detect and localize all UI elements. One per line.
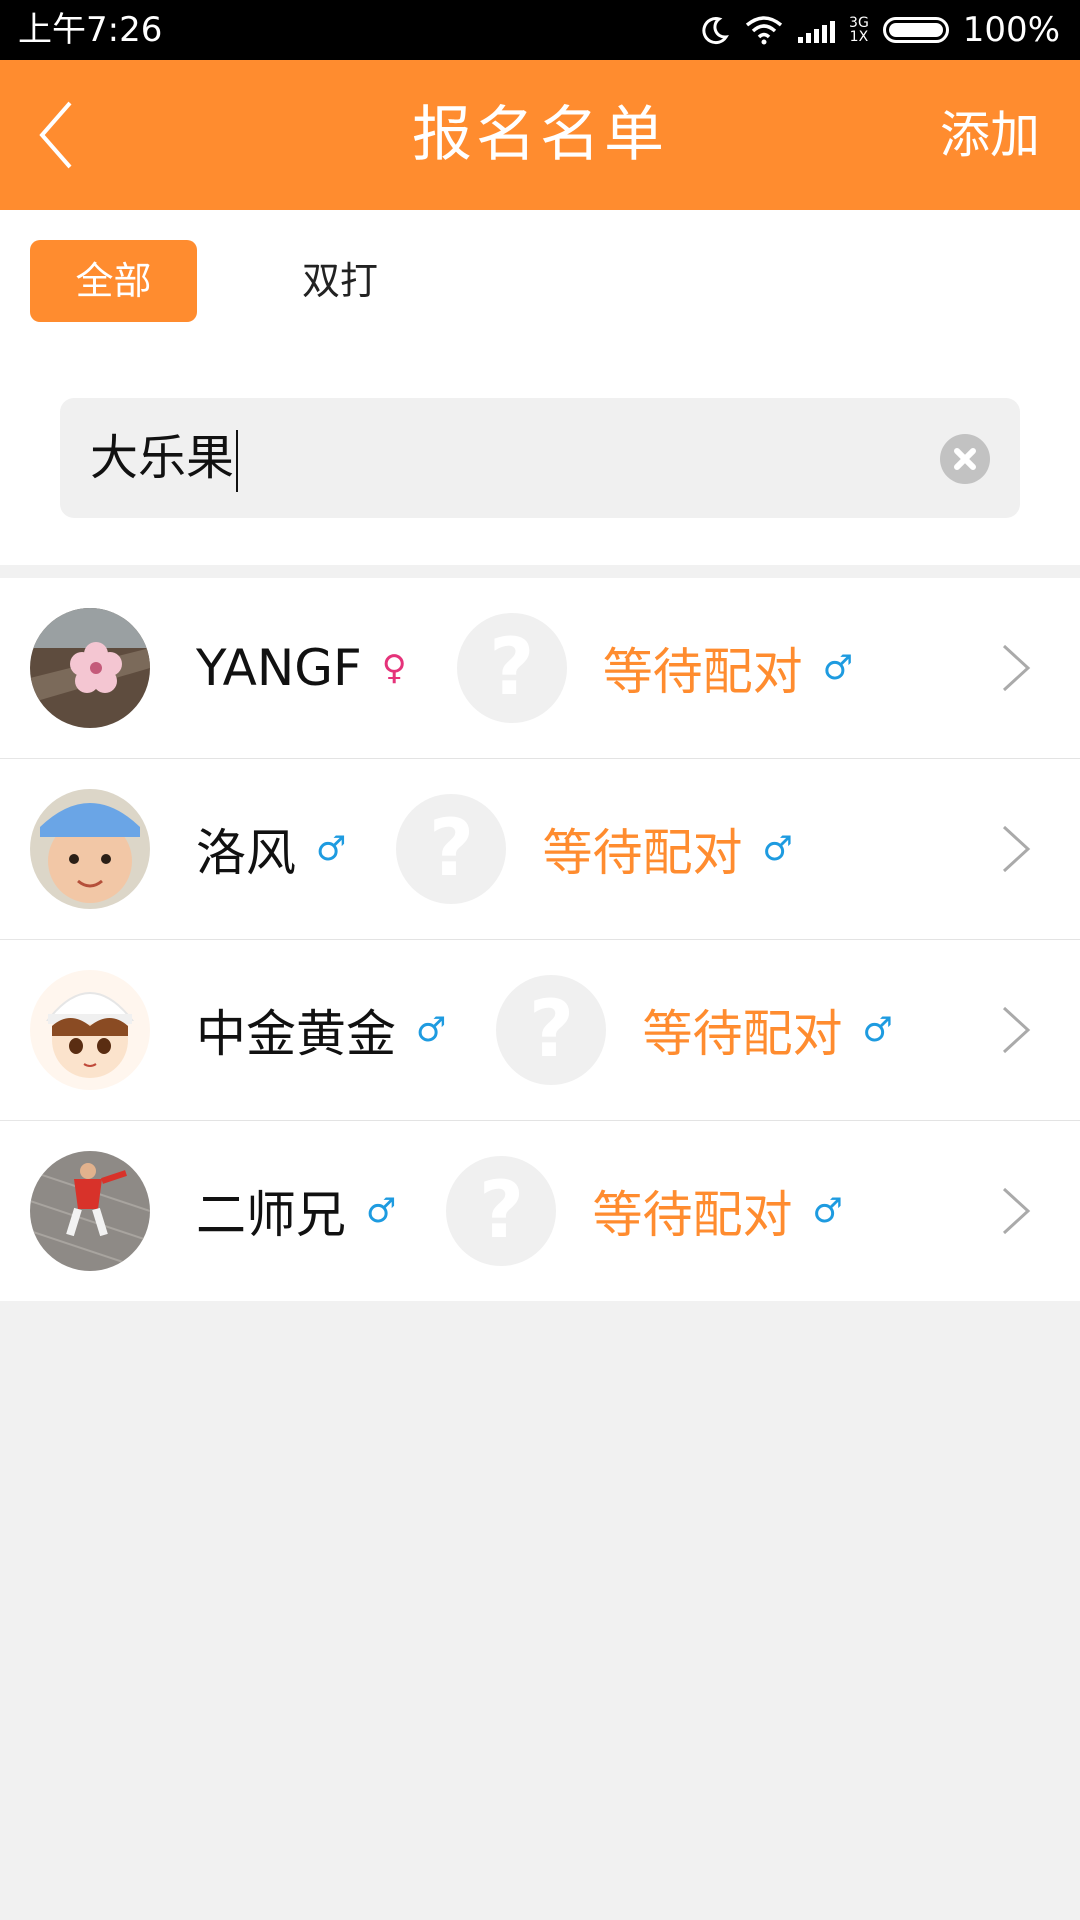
status-time: 上午7:26: [18, 10, 163, 50]
pairing-status: 等待配对: [542, 824, 743, 882]
pairing-status: 等待配对: [602, 643, 803, 701]
tab-all[interactable]: 全部: [30, 240, 197, 322]
male-icon: ♂: [862, 1010, 893, 1050]
male-icon: ♂: [316, 829, 347, 869]
partner-placeholder-avatar: ?: [496, 975, 607, 1085]
list-item[interactable]: YANGF ♀ ? 等待配对 ♂: [0, 578, 1080, 759]
app-bar: 报名名单 添加: [0, 60, 1080, 210]
list-item[interactable]: 中金黄金 ♂ ? 等待配对 ♂: [0, 940, 1080, 1121]
male-icon: ♂: [812, 1191, 843, 1231]
avatar: [30, 1151, 150, 1271]
male-icon: ♂: [366, 1191, 397, 1231]
avatar: [30, 608, 150, 728]
male-icon: ♂: [822, 648, 854, 688]
question-icon: ?: [478, 1166, 525, 1256]
list-item[interactable]: 洛风 ♂ ? 等待配对 ♂: [0, 759, 1080, 940]
avatar: [30, 789, 150, 909]
moon-icon: [702, 17, 729, 45]
wifi-icon: [745, 16, 783, 45]
network-type: 3G 1X: [849, 15, 869, 45]
avatar: [30, 970, 150, 1090]
registration-list: YANGF ♀ ? 等待配对 ♂ 洛风 ♂ ? 等待配对 ♂ 中金黄金 ♂ ? …: [0, 578, 1080, 1301]
chevron-right-icon: [1002, 1006, 1031, 1054]
text-caret: [236, 430, 239, 492]
male-icon: ♂: [762, 829, 793, 869]
chevron-left-icon: [39, 101, 72, 169]
partner-placeholder-avatar: ?: [396, 794, 507, 904]
male-icon: ♂: [416, 1010, 447, 1050]
pairing-status: 等待配对: [642, 1005, 843, 1063]
chevron-right-icon: [1002, 644, 1031, 692]
female-icon: ♀: [381, 648, 407, 688]
filter-panel: 全部 双打 大乐果: [0, 210, 1080, 565]
page-title: 报名名单: [412, 100, 668, 170]
status-icons: 3G 1X 100%: [700, 6, 1060, 54]
row-content: 中金黄金 ♂ ? 等待配对 ♂: [196, 940, 893, 1120]
row-content: 洛风 ♂ ? 等待配对 ♂: [196, 759, 793, 939]
row-content: 二师兄 ♂ ? 等待配对 ♂: [196, 1121, 843, 1301]
search-input-value: 大乐果: [90, 398, 239, 518]
clear-search-button[interactable]: [940, 434, 990, 484]
player-name: 二师兄: [196, 1186, 346, 1244]
partner-placeholder-avatar: ?: [446, 1156, 557, 1266]
question-icon: ?: [489, 623, 535, 713]
list-item[interactable]: 二师兄 ♂ ? 等待配对 ♂: [0, 1121, 1080, 1301]
partner-placeholder-avatar: ?: [456, 613, 567, 723]
chevron-right-icon: [1002, 1187, 1031, 1235]
player-name: 洛风: [196, 824, 296, 882]
question-icon: ?: [428, 804, 475, 894]
back-button[interactable]: [30, 95, 110, 175]
chevron-right-icon: [1002, 825, 1031, 873]
close-icon: [954, 448, 976, 470]
battery-icon: [882, 17, 949, 43]
pairing-status: 等待配对: [592, 1186, 793, 1244]
player-name: YANGF: [196, 639, 362, 697]
add-button[interactable]: 添加: [940, 60, 1040, 210]
status-bar: 上午7:26 3G 1X 100%: [0, 0, 1080, 60]
question-icon: ?: [528, 985, 575, 1075]
tab-doubles[interactable]: 双打: [280, 240, 400, 322]
search-input[interactable]: 大乐果: [60, 398, 1020, 518]
row-content: YANGF ♀ ? 等待配对 ♂: [196, 578, 853, 758]
player-name: 中金黄金: [196, 1005, 396, 1063]
signal-icon: [798, 17, 836, 43]
battery-level: 100%: [962, 10, 1060, 50]
